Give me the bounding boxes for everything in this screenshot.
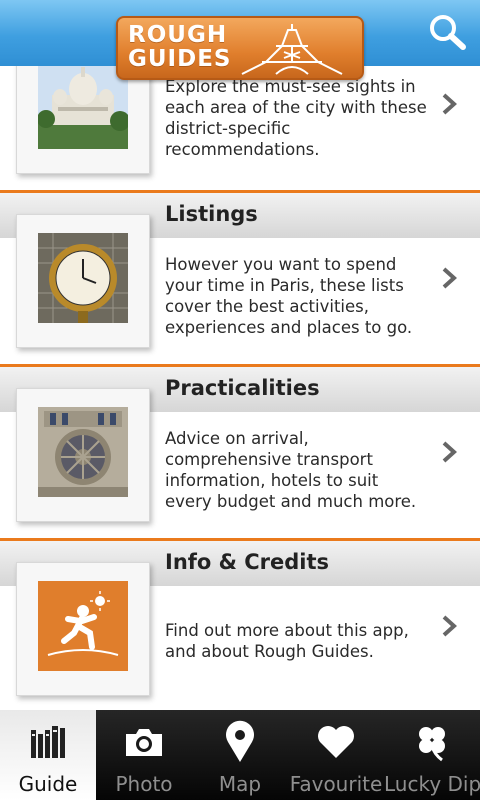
thumbnail-frame <box>16 214 150 348</box>
bottom-nav: Guide Photo Map Favourite Lucky Dip <box>0 710 480 800</box>
orsay-clock-photo <box>38 233 128 323</box>
chevron-right-icon[interactable] <box>440 92 458 116</box>
item-title: Info & Credits <box>165 550 330 574</box>
item-title: Practicalities <box>165 376 320 400</box>
map-pin-icon <box>226 720 254 762</box>
books-icon <box>31 726 65 758</box>
sacre-coeur-photo <box>38 59 128 149</box>
search-icon[interactable] <box>426 12 470 52</box>
rough-guides-runner-icon <box>38 581 128 671</box>
list-item-info-credits[interactable]: Info & Credits Find out more about this … <box>0 538 480 710</box>
tab-map[interactable]: Map <box>192 710 288 800</box>
item-description: However you want to spend your time in P… <box>165 255 413 337</box>
tab-label: Photo <box>115 772 173 796</box>
tab-favourite[interactable]: Favourite <box>288 710 384 800</box>
chevron-right-icon[interactable] <box>440 440 458 464</box>
tab-label: Favourite <box>289 772 383 796</box>
guide-list: Explore the must-see sights in each area… <box>0 0 480 710</box>
thumbnail-frame <box>16 388 150 522</box>
item-description: Find out more about this app, and about … <box>165 621 409 661</box>
item-description: Explore the must-see sights in each area… <box>165 77 427 159</box>
chevron-right-icon[interactable] <box>440 266 458 290</box>
logo-text: ROUGH GUIDES <box>128 22 232 72</box>
chevron-right-icon[interactable] <box>440 614 458 638</box>
camera-icon <box>126 729 162 756</box>
item-title: Listings <box>165 202 258 226</box>
tab-label: Guide <box>18 772 78 796</box>
item-description: Advice on arrival, comprehensive transpo… <box>165 429 417 511</box>
tab-label: Map <box>218 772 262 796</box>
heart-icon <box>318 726 354 758</box>
list-item-practicalities[interactable]: Practicalities Advice on arrival, compre… <box>0 364 480 538</box>
eiffel-tower-icon <box>241 24 343 75</box>
list-item-listings[interactable]: Listings However you want to spend your … <box>0 190 480 364</box>
tab-label: Lucky Dip <box>384 772 480 796</box>
tab-guide[interactable]: Guide <box>0 710 96 800</box>
thumbnail-frame <box>16 562 150 696</box>
clover-icon <box>419 727 445 762</box>
rough-guides-logo: ROUGH GUIDES <box>116 16 364 80</box>
tab-photo[interactable]: Photo <box>96 710 192 800</box>
tab-lucky-dip[interactable]: Lucky Dip <box>384 710 480 800</box>
notre-dame-rose-window-photo <box>38 407 128 497</box>
